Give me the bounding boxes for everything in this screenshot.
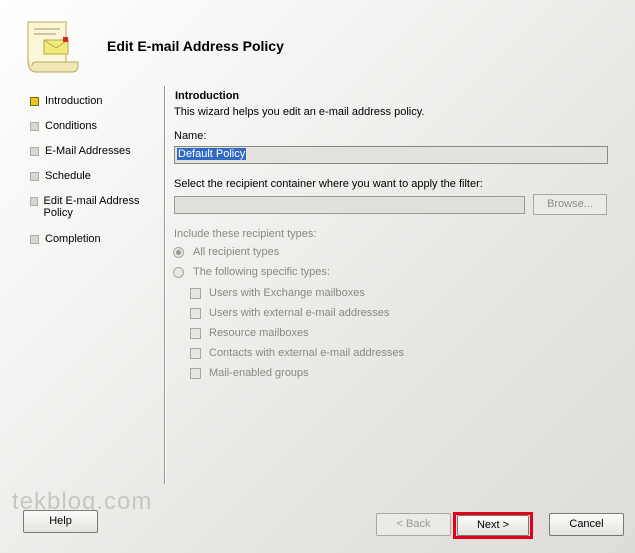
radio-label: All recipient types: [193, 246, 280, 258]
radio-specific-types[interactable]: The following specific types:: [173, 265, 330, 279]
step-schedule: Schedule: [30, 170, 91, 186]
wizard-scroll-icon: [22, 16, 82, 76]
sidebar-divider: [164, 86, 165, 484]
checkbox-mail-enabled-groups[interactable]: Mail-enabled groups: [190, 366, 309, 380]
checkbox-external-contacts[interactable]: Contacts with external e-mail addresses: [190, 346, 404, 360]
step-completion: Completion: [30, 233, 101, 249]
step-label: Schedule: [45, 170, 91, 182]
checkbox-icon: [190, 287, 201, 299]
back-button[interactable]: < Back: [376, 513, 451, 536]
browse-button[interactable]: Browse...: [533, 194, 607, 215]
checkbox-label: Contacts with external e-mail addresses: [209, 347, 405, 359]
section-title: Introduction: [175, 90, 240, 102]
checkbox-label: Resource mailboxes: [209, 327, 309, 339]
cancel-button[interactable]: Cancel: [549, 513, 624, 536]
step-edit-policy: Edit E-mail Address Policy: [30, 195, 145, 223]
checkbox-label: Users with Exchange mailboxes: [209, 287, 365, 299]
container-input[interactable]: [174, 196, 525, 214]
next-button[interactable]: Next >: [457, 515, 529, 536]
container-label: Select the recipient container where you…: [174, 178, 483, 190]
step-pending-icon: [30, 235, 39, 244]
step-label: Conditions: [45, 120, 97, 132]
step-current-icon: [30, 97, 39, 106]
recipient-types-label: Include these recipient types:: [174, 228, 317, 240]
checkbox-icon: [190, 367, 201, 379]
checkbox-label: Mail-enabled groups: [209, 367, 309, 379]
step-label: Edit E-mail Address Policy: [43, 195, 140, 219]
radio-selected-icon: [173, 246, 184, 258]
step-pending-icon: [30, 147, 39, 156]
checkbox-exchange-mailboxes[interactable]: Users with Exchange mailboxes: [190, 286, 365, 300]
name-input-value: Default Policy: [177, 148, 247, 160]
step-pending-icon: [30, 122, 39, 131]
checkbox-icon: [190, 347, 201, 359]
name-label: Name:: [174, 130, 207, 142]
checkbox-external-email-users[interactable]: Users with external e-mail addresses: [190, 306, 389, 320]
checkbox-resource-mailboxes[interactable]: Resource mailboxes: [190, 326, 309, 340]
wizard-title: Edit E-mail Address Policy: [107, 38, 284, 54]
step-label: E-Mail Addresses: [45, 145, 131, 157]
help-button[interactable]: Help: [23, 510, 98, 533]
step-conditions: Conditions: [30, 120, 97, 136]
step-pending-icon: [30, 197, 38, 206]
checkbox-icon: [190, 327, 201, 339]
radio-unselected-icon: [173, 266, 184, 278]
checkbox-label: Users with external e-mail addresses: [209, 307, 390, 319]
section-description: This wizard helps you edit an e-mail add…: [174, 106, 425, 118]
step-introduction: Introduction: [30, 95, 102, 111]
radio-all-recipient-types[interactable]: All recipient types: [173, 245, 279, 259]
name-input[interactable]: Default Policy: [174, 146, 608, 164]
step-label: Introduction: [45, 95, 103, 107]
step-pending-icon: [30, 172, 39, 181]
radio-label: The following specific types:: [193, 266, 330, 278]
step-email-addresses: E-Mail Addresses: [30, 145, 131, 161]
step-label: Completion: [45, 233, 101, 245]
checkbox-icon: [190, 307, 201, 319]
